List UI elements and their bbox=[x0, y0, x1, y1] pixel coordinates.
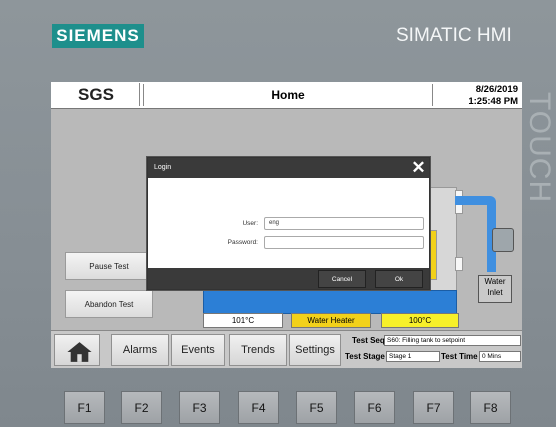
f1-key[interactable]: F1 bbox=[64, 391, 105, 424]
date-time: 8/26/2019 1:25:48 PM bbox=[436, 84, 518, 108]
test-time-value: 0 Mins bbox=[479, 351, 521, 362]
events-button[interactable]: Events bbox=[171, 334, 225, 366]
device-model-title: SIMATIC HMI bbox=[396, 25, 512, 46]
f3-key[interactable]: F3 bbox=[179, 391, 220, 424]
close-icon[interactable]: ✕ bbox=[410, 159, 427, 176]
temp-left-readout: 101°C bbox=[203, 313, 283, 328]
home-button[interactable] bbox=[54, 334, 100, 366]
temp-right-readout: 100°C bbox=[381, 313, 459, 328]
time-text: 1:25:48 PM bbox=[468, 96, 518, 107]
dialog-footer: Cancel Ok bbox=[148, 268, 429, 289]
test-seq-label: Test Seq bbox=[352, 336, 385, 345]
f4-key[interactable]: F4 bbox=[238, 391, 279, 424]
ok-button[interactable]: Ok bbox=[375, 270, 423, 288]
cancel-button[interactable]: Cancel bbox=[318, 270, 366, 288]
password-field[interactable] bbox=[264, 236, 424, 249]
f8-key[interactable]: F8 bbox=[470, 391, 511, 424]
f7-key[interactable]: F7 bbox=[413, 391, 454, 424]
test-stage-value: Stage 1 bbox=[386, 351, 440, 362]
water-inlet-label: Water Inlet bbox=[478, 275, 512, 303]
valve-icon bbox=[492, 228, 514, 252]
dialog-title: Login bbox=[154, 164, 172, 171]
test-time-label: Test Time bbox=[441, 352, 478, 361]
f6-key[interactable]: F6 bbox=[354, 391, 395, 424]
user-label: User: bbox=[242, 220, 258, 227]
test-seq-value: S60: Filling tank to setpoint bbox=[384, 335, 521, 346]
home-icon bbox=[67, 342, 92, 362]
dialog-titlebar: Login ✕ bbox=[148, 158, 429, 178]
login-dialog: Login ✕ User: eng Password: Cancel Ok bbox=[147, 157, 430, 290]
tank-water-level bbox=[203, 290, 457, 314]
alarms-button[interactable]: Alarms bbox=[111, 334, 169, 366]
settings-button[interactable]: Settings bbox=[289, 334, 341, 366]
hmi-bezel: SIEMENS SIMATIC HMI TOUCH SGS Home 8/26/… bbox=[0, 0, 556, 427]
siemens-logo: SIEMENS bbox=[52, 24, 144, 48]
page-title: Home bbox=[143, 84, 433, 106]
water-heater-status: Water Heater bbox=[291, 313, 371, 328]
sgs-logo: SGS bbox=[53, 83, 140, 106]
f2-key[interactable]: F2 bbox=[121, 391, 162, 424]
user-field[interactable]: eng bbox=[264, 217, 424, 230]
test-stage-label: Test Stage bbox=[345, 352, 385, 361]
pause-test-button[interactable]: Pause Test bbox=[65, 252, 153, 280]
trends-button[interactable]: Trends bbox=[229, 334, 287, 366]
password-label: Password: bbox=[227, 239, 258, 246]
date-text: 8/26/2019 bbox=[475, 84, 518, 95]
bottom-nav: Alarms Events Trends Settings Test Seq S… bbox=[51, 330, 522, 368]
screen-header: SGS Home 8/26/2019 1:25:48 PM bbox=[51, 82, 522, 109]
touch-label: TOUCH bbox=[523, 92, 556, 204]
tank-fitting-bottom bbox=[455, 257, 463, 271]
f5-key[interactable]: F5 bbox=[296, 391, 337, 424]
abandon-test-button[interactable]: Abandon Test bbox=[65, 290, 153, 318]
